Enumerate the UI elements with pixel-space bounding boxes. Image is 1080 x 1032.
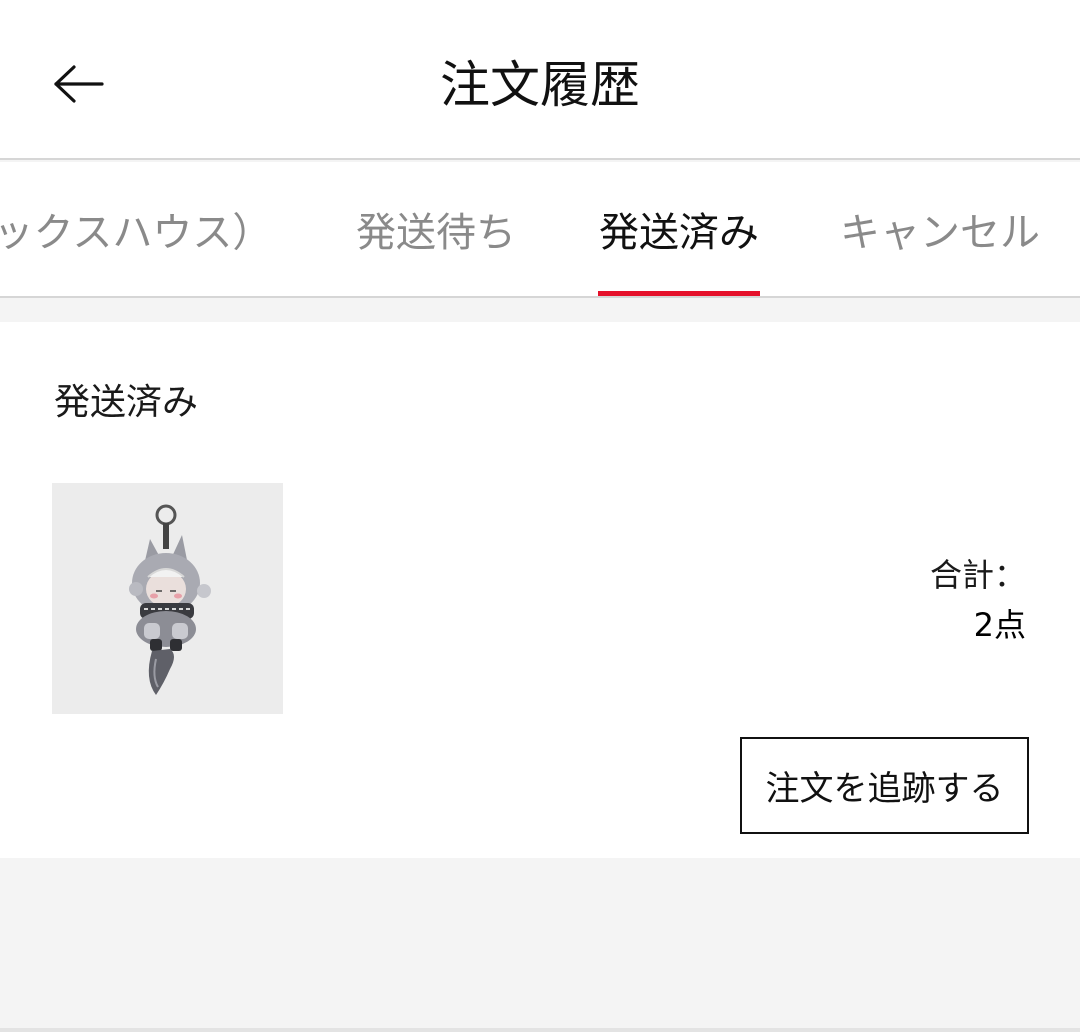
tab-shipped[interactable]: 発送済み xyxy=(586,162,772,296)
track-order-button[interactable]: 注文を追跡する xyxy=(740,737,1029,834)
figure-keychain-image xyxy=(129,504,211,695)
tab-box-house[interactable]: ックスハウス） xyxy=(0,162,278,296)
product-thumbnail[interactable] xyxy=(52,483,283,714)
order-total: 合計： 2点 xyxy=(930,550,1026,650)
total-count: 2点 xyxy=(973,606,1026,644)
tab-cancelled[interactable]: キャンセル xyxy=(830,162,1050,296)
active-tab-indicator xyxy=(598,291,760,296)
order-card: 発送済み 合計： 2点 注文を追跡する xyxy=(0,322,1080,858)
bottom-divider xyxy=(0,1028,1080,1032)
page-title: 注文履歴 xyxy=(440,56,640,114)
top-header: 注文履歴 xyxy=(0,0,1080,160)
order-status-tabs: ックスハウス） 発送待ち 発送済み キャンセル xyxy=(0,162,1080,298)
tab-awaiting-shipment[interactable]: 発送待ち xyxy=(340,162,532,296)
total-label: 合計： xyxy=(929,556,1026,594)
order-status-label: 発送済み xyxy=(54,382,199,423)
section-gap xyxy=(0,298,1080,322)
